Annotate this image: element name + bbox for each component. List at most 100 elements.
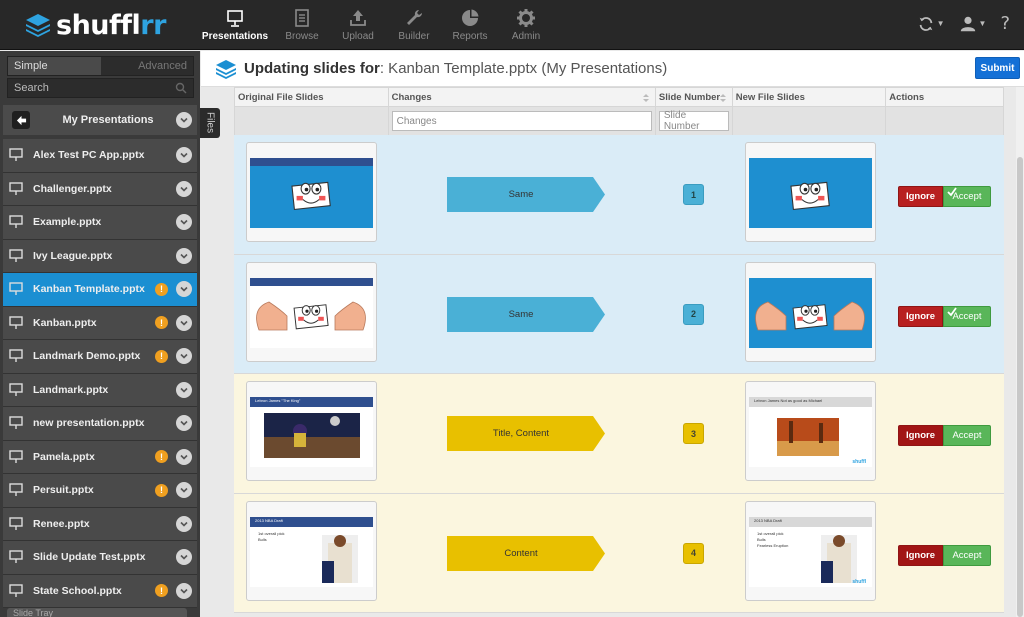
file-item[interactable]: Example.pptx — [3, 206, 197, 240]
mode-simple[interactable]: Simple — [8, 57, 101, 75]
main-scrollbar[interactable] — [1016, 87, 1024, 617]
help-icon[interactable]: ? — [1000, 13, 1010, 34]
file-item[interactable]: Renee.pptx — [3, 507, 197, 541]
file-item[interactable]: Pamela.pptx! — [3, 440, 197, 474]
chevron-down-icon[interactable] — [176, 247, 192, 264]
sort-icon — [642, 94, 649, 102]
col-slide-number-header[interactable]: Slide Number — [656, 88, 733, 106]
new-slide-thumbnail[interactable]: Lebron James Not as good as Michael shuff… — [745, 381, 876, 481]
chevron-down-icon[interactable] — [176, 214, 192, 231]
nav-label: Upload — [342, 31, 374, 42]
chevron-down-icon[interactable] — [176, 112, 192, 128]
chevron-down-icon[interactable] — [176, 415, 192, 432]
slide-title: Lebron James Not as good as Michael — [754, 398, 823, 403]
slide-number-filter-input[interactable]: Slide Number — [658, 110, 729, 132]
presentation-icon — [9, 550, 23, 564]
file-item[interactable]: Ivy League.pptx — [3, 239, 197, 273]
row-actions: Ignore Accept — [898, 186, 991, 207]
file-name: Landmark Demo.pptx — [33, 350, 141, 363]
new-slide-thumbnail[interactable] — [745, 142, 876, 242]
table-row: Same 1 Ignore Accept — [234, 135, 1004, 255]
accept-button[interactable]: Accept — [943, 425, 991, 446]
original-slide-thumbnail[interactable]: 2013 NBA Draft 1st overall pick Bulls — [246, 500, 377, 601]
file-item[interactable]: Landmark.pptx — [3, 373, 197, 407]
gear-icon — [517, 9, 535, 27]
slide-title: 2013 NBA Draft — [754, 517, 782, 523]
page-title: Updating slides for: Kanban Template.ppt… — [244, 60, 668, 77]
file-item[interactable]: Kanban Template.pptx! — [3, 273, 197, 307]
back-arrow-icon[interactable] — [12, 111, 30, 129]
nav-label: Admin — [511, 31, 541, 42]
file-item[interactable]: Alex Test PC App.pptx — [3, 139, 197, 173]
chevron-down-icon[interactable] — [176, 549, 192, 566]
nav-presentations[interactable]: Presentations — [196, 0, 274, 50]
accept-button[interactable]: Accept — [943, 544, 991, 566]
new-slide-thumbnail[interactable]: 2013 NBA Draft 1st overall pick Bulls Fearl… — [745, 500, 876, 601]
original-slide-thumbnail[interactable] — [246, 261, 377, 362]
changes-filter-input[interactable]: Changes — [391, 111, 652, 131]
check-icon — [947, 306, 957, 316]
col-changes-header[interactable]: Changes — [389, 88, 656, 106]
file-name: Persuit.pptx — [33, 484, 94, 497]
file-item[interactable]: Slide Update Test.pptx — [3, 541, 197, 575]
warning-badge-icon: ! — [155, 282, 168, 296]
nav-builder[interactable]: Builder — [386, 0, 442, 50]
logo[interactable]: shufflrr — [24, 8, 166, 42]
scrollbar-thumb[interactable] — [1017, 157, 1023, 617]
chevron-down-icon[interactable] — [176, 314, 192, 331]
slide-number-badge: 1 — [683, 184, 704, 205]
chevron-down-icon[interactable] — [176, 147, 192, 164]
file-item[interactable]: Challenger.pptx — [3, 172, 197, 206]
table-row: Same 2 Ignore Accept — [234, 254, 1004, 374]
mode-toggle: Simple Advanced — [7, 56, 194, 76]
file-item[interactable]: Persuit.pptx! — [3, 474, 197, 508]
change-ribbon: Same — [447, 296, 605, 332]
file-item[interactable]: Kanban.pptx! — [3, 306, 197, 340]
ignore-button[interactable]: Ignore — [898, 305, 943, 327]
change-ribbon: Title, Content — [447, 416, 605, 451]
change-label: Content — [504, 547, 538, 559]
warning-badge-icon: ! — [155, 316, 168, 330]
chevron-down-icon[interactable] — [176, 348, 192, 365]
file-item[interactable]: State School.pptx! — [3, 574, 197, 608]
my-presentations-label: My Presentations — [62, 114, 154, 126]
slide-tray-bar[interactable]: Slide Tray — [7, 608, 187, 617]
files-tab[interactable]: Files — [200, 108, 220, 138]
slide-update-table: Original File Slides Changes Slide Numbe… — [234, 87, 1004, 613]
submit-button[interactable]: Submit — [975, 57, 1020, 79]
nav-reports[interactable]: Reports — [442, 0, 498, 50]
chevron-down-icon[interactable] — [176, 448, 192, 465]
presentation-icon — [9, 483, 23, 497]
slide-bullet: Bulls — [258, 536, 267, 542]
ignore-button[interactable]: Ignore — [898, 186, 943, 207]
user-menu[interactable]: ▼ — [959, 15, 987, 33]
sync-menu[interactable]: ▼ — [917, 15, 945, 33]
original-slide-thumbnail[interactable]: Lebron James "The King" — [246, 381, 377, 481]
chevron-down-icon[interactable] — [176, 381, 192, 398]
mode-advanced[interactable]: Advanced — [101, 57, 194, 75]
chevron-down-icon[interactable] — [176, 482, 192, 499]
chevron-down-icon[interactable] — [176, 281, 192, 298]
nav-upload[interactable]: Upload — [330, 0, 386, 50]
ignore-button[interactable]: Ignore — [898, 425, 943, 446]
filter-cell-number: Slide Number — [656, 107, 733, 135]
chevron-down-icon[interactable] — [176, 515, 192, 532]
table-header: Original File Slides Changes Slide Numbe… — [234, 87, 1004, 107]
nav-admin[interactable]: Admin — [498, 0, 554, 50]
nav-browse[interactable]: Browse — [274, 0, 330, 50]
chevron-down-icon[interactable] — [176, 582, 192, 599]
search-placeholder: Search — [14, 82, 49, 94]
accept-button[interactable]: Accept — [943, 186, 991, 207]
chevron-down-icon: ▼ — [978, 19, 987, 28]
my-presentations-header[interactable]: My Presentations — [3, 105, 197, 135]
file-name: Ivy League.pptx — [33, 249, 113, 262]
chevron-down-icon[interactable] — [176, 180, 192, 197]
ignore-button[interactable]: Ignore — [898, 544, 943, 566]
sidebar-search-input[interactable]: Search — [7, 78, 194, 98]
accept-button[interactable]: Accept — [943, 305, 991, 327]
file-item[interactable]: new presentation.pptx — [3, 407, 197, 441]
file-item[interactable]: Landmark Demo.pptx! — [3, 340, 197, 374]
new-slide-thumbnail[interactable] — [745, 261, 876, 362]
original-slide-thumbnail[interactable] — [246, 142, 377, 242]
slide-title: Lebron James "The King" — [255, 398, 301, 403]
